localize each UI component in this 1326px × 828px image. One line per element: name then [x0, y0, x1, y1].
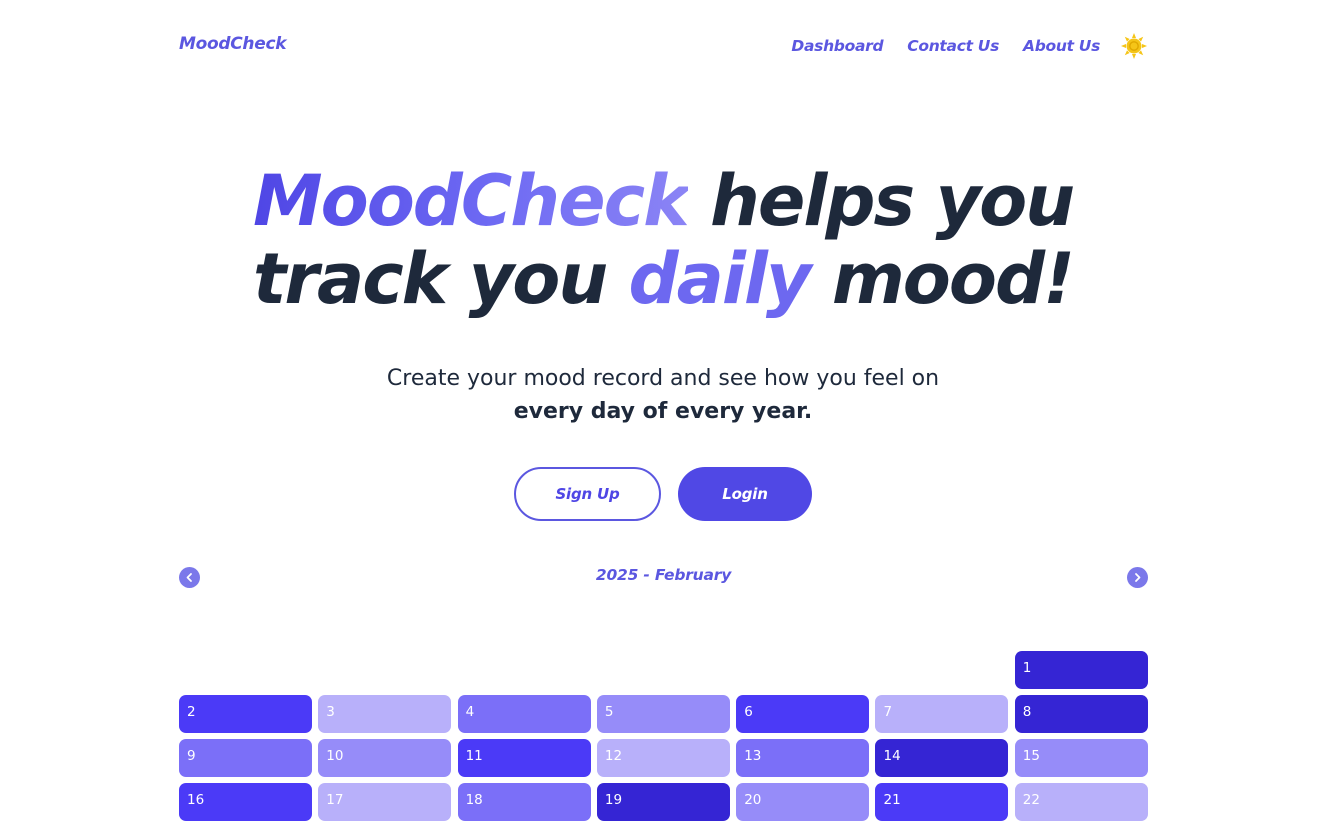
calendar-day-cell[interactable]: 18: [457, 783, 591, 821]
chevron-right-icon: [1135, 573, 1141, 582]
calendar-day-cell[interactable]: 14: [875, 739, 1009, 777]
calendar-day-cell[interactable]: 15: [1014, 739, 1148, 777]
page: MoodCheck Dashboard Contact Us About Us: [0, 0, 1326, 828]
calendar-day-cell[interactable]: 1: [1014, 651, 1148, 689]
hero-title-text-3: mood!: [809, 238, 1075, 320]
sun-icon: [1121, 33, 1147, 59]
calendar-day-cell[interactable]: 6: [736, 695, 870, 733]
nav-links: Dashboard Contact Us About Us: [791, 30, 1148, 62]
nav-about-link[interactable]: About Us: [1023, 37, 1100, 55]
calendar-day-cell[interactable]: 20: [736, 783, 870, 821]
login-button[interactable]: Login: [678, 467, 812, 521]
hero-subtitle-line-1: Create your mood record and see how you …: [386, 366, 940, 391]
calendar-grid: 1 2 3 4 5 6 7 8 9 10 11 12 13 14 15 16 17 18 19 20 21 22: [179, 651, 1148, 821]
nav-dashboard-link[interactable]: Dashboard: [791, 37, 883, 55]
top-navbar: MoodCheck Dashboard Contact Us About Us: [179, 30, 1148, 62]
calendar-day-cell[interactable]: 5: [596, 695, 730, 733]
calendar-day-cell[interactable]: 19: [596, 783, 730, 821]
calendar-day-cell[interactable]: 3: [318, 695, 452, 733]
signup-button[interactable]: Sign Up: [514, 467, 661, 521]
calendar-day-cell[interactable]: 9: [179, 739, 312, 777]
calendar-header: 2025 - February: [179, 564, 1148, 590]
logo-link[interactable]: MoodCheck: [179, 34, 287, 54]
calendar-day-cell[interactable]: 17: [318, 783, 452, 821]
hero-subtitle: Create your mood record and see how you …: [0, 362, 1326, 428]
hero-title: MoodCheck helps you track you daily mood…: [0, 162, 1326, 318]
calendar-day-cell[interactable]: 10: [318, 739, 452, 777]
calendar-next-button[interactable]: [1127, 567, 1148, 588]
calendar-day-cell[interactable]: 22: [1014, 783, 1148, 821]
calendar-day-cell[interactable]: 2: [179, 695, 312, 733]
calendar-day-cell[interactable]: 8: [1014, 695, 1148, 733]
calendar-title: 2025 - February: [595, 566, 732, 584]
calendar-day-cell[interactable]: 13: [736, 739, 870, 777]
calendar-day-cell[interactable]: 12: [596, 739, 730, 777]
nav-contact-link[interactable]: Contact Us: [907, 37, 999, 55]
calendar-day-cell[interactable]: 16: [179, 783, 312, 821]
calendar-day-cell[interactable]: 11: [457, 739, 591, 777]
calendar-day-cell[interactable]: 4: [457, 695, 591, 733]
hero-title-highlight: daily: [628, 238, 812, 320]
hero-title-text-2: track you: [252, 238, 629, 320]
calendar-day-cell[interactable]: 21: [875, 783, 1009, 821]
theme-toggle-button[interactable]: [1120, 32, 1148, 60]
hero-title-text-1: helps you: [687, 160, 1075, 242]
calendar-day-cell[interactable]: 7: [875, 695, 1009, 733]
cta-buttons: Sign Up Login: [0, 467, 1326, 521]
hero-title-brand: MoodCheck: [252, 160, 690, 242]
hero-subtitle-line-2: every day of every year.: [513, 399, 813, 424]
